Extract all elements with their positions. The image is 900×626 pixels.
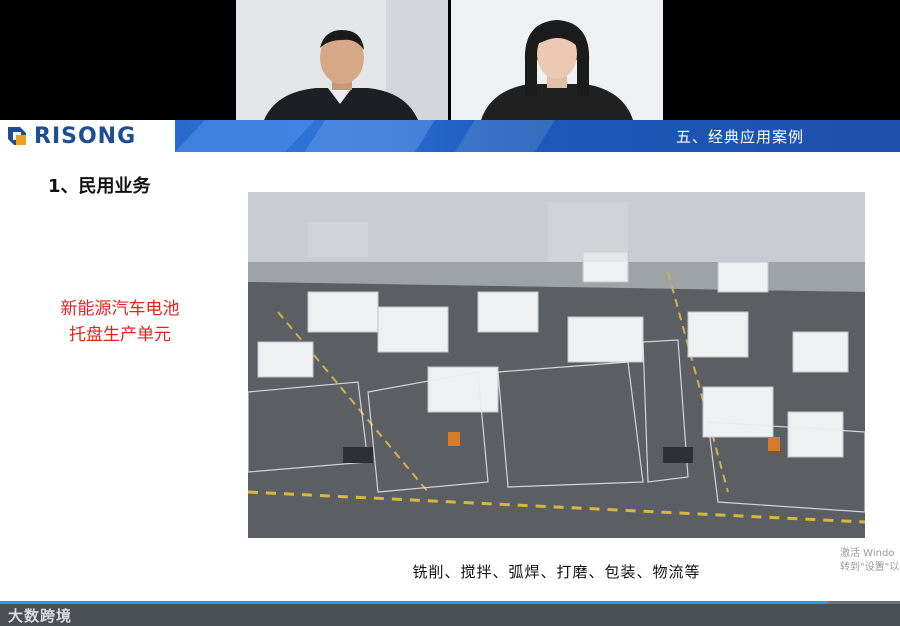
slide-subheading: 1、民用业务: [48, 176, 151, 197]
watermark-line-2: 转到"设置"以激: [840, 562, 900, 573]
stream-control-bar: 大数跨境: [0, 601, 900, 626]
participant-2-avatar: [451, 0, 663, 120]
progress-track[interactable]: [0, 601, 900, 604]
video-participants-strip: [0, 0, 900, 120]
factory-production-cell-image: [248, 192, 865, 538]
process-caption: 铣削、搅拌、弧焊、打磨、包装、物流等: [412, 563, 701, 581]
product-label-line-1: 新能源汽车电池: [60, 299, 180, 319]
product-label-line-2: 托盘生产单元: [69, 325, 171, 345]
participant-1-avatar: [236, 0, 448, 120]
presentation-slide: RISONG 五、经典应用案例 1、民用业务 新能源汽车电池 托盘生产单元 铣削…: [0, 120, 900, 601]
risong-logo-icon: [8, 127, 26, 145]
progress-fill: [0, 601, 828, 604]
company-logo: RISONG: [0, 120, 175, 152]
section-title: 五、经典应用案例: [675, 128, 804, 146]
logo-text: RISONG: [34, 123, 137, 149]
activate-windows-watermark: 激活 Windo 转到"设置"以激: [840, 547, 900, 575]
participant-video-tile-1[interactable]: [236, 0, 448, 120]
stream-logo: 大数跨境: [8, 607, 73, 625]
slide-header-banner: RISONG 五、经典应用案例: [0, 120, 900, 152]
participant-video-tile-2[interactable]: [451, 0, 663, 120]
product-label: 新能源汽车电池 托盘生产单元: [40, 296, 200, 348]
watermark-line-1: 激活 Windo: [840, 548, 895, 559]
